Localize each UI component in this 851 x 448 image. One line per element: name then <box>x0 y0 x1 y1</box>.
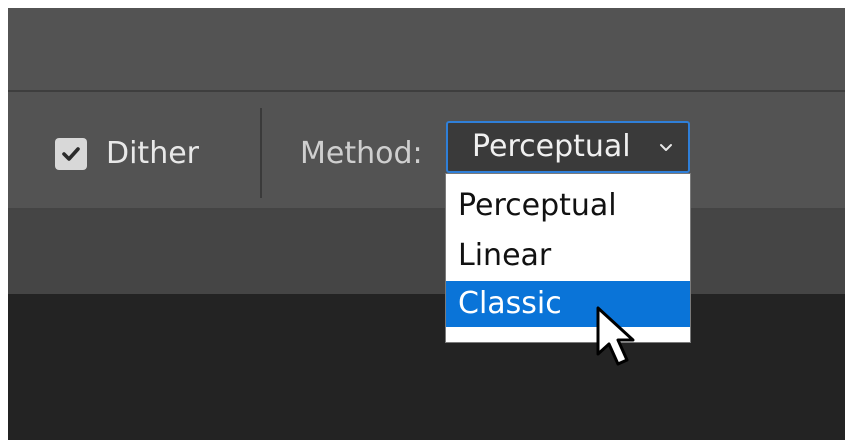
dropdown-option-classic[interactable]: Classic <box>446 281 690 327</box>
dropdown-option-linear[interactable]: Linear <box>446 232 690 280</box>
top-bar <box>8 8 845 90</box>
dither-checkbox[interactable] <box>55 138 87 170</box>
dropdown-option-perceptual[interactable]: Perceptual <box>446 182 690 230</box>
method-label: Method: <box>300 136 423 171</box>
canvas-area <box>8 294 845 440</box>
method-dropdown-list: Perceptual Linear Classic <box>445 173 691 343</box>
panel-strip <box>8 210 845 294</box>
toolbar-divider <box>260 108 262 198</box>
app-window: Dither Method: Perceptual Perceptual Lin… <box>8 8 845 440</box>
checkmark-icon <box>62 147 80 161</box>
chevron-down-icon <box>660 144 672 151</box>
mouse-cursor-icon <box>596 306 635 366</box>
method-select[interactable]: Perceptual <box>446 121 690 173</box>
method-selected-value: Perceptual <box>472 129 631 164</box>
dither-label[interactable]: Dither <box>106 132 199 176</box>
